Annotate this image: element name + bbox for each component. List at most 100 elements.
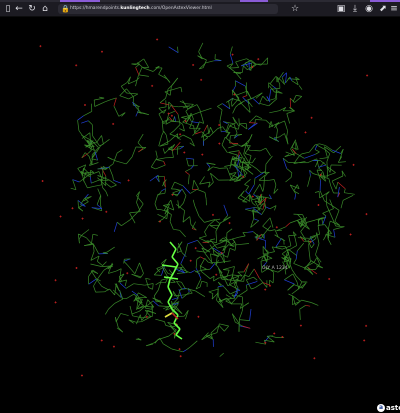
carbon-bond bbox=[163, 212, 169, 219]
nitrogen-bond bbox=[191, 122, 199, 123]
carbon-bond bbox=[94, 244, 99, 254]
molecule-viewer-canvas[interactable]: GLY A 1234 a astex bbox=[0, 17, 400, 400]
carbon-bond bbox=[279, 134, 284, 138]
carbon-bond bbox=[199, 43, 203, 52]
bookmark-star-icon[interactable]: ☆ bbox=[290, 4, 300, 14]
carbon-bond bbox=[102, 286, 109, 290]
carbon-bond bbox=[297, 282, 299, 289]
carbon-bond bbox=[205, 226, 209, 232]
oxygen-bond bbox=[136, 67, 139, 75]
carbon-bond bbox=[260, 103, 269, 106]
carbon-bond bbox=[162, 122, 163, 132]
hamburger-menu-icon[interactable]: ≡ bbox=[389, 4, 399, 14]
share-icon[interactable]: ⬈ bbox=[378, 4, 388, 14]
carbon-bond bbox=[185, 293, 192, 295]
carbon-bond bbox=[109, 180, 117, 185]
carbon-bond bbox=[138, 293, 146, 298]
carbon-bond bbox=[243, 66, 247, 70]
reload-icon[interactable]: ↻ bbox=[27, 4, 37, 14]
carbon-bond bbox=[136, 322, 142, 323]
carbon-bond bbox=[183, 211, 185, 223]
carbon-bond bbox=[213, 167, 220, 169]
carbon-bond bbox=[94, 185, 102, 187]
carbon-bond bbox=[210, 127, 213, 133]
carbon-bond bbox=[105, 99, 111, 101]
carbon-bond bbox=[126, 284, 134, 289]
carbon-bond bbox=[138, 134, 143, 143]
home-icon[interactable]: ⌂ bbox=[40, 4, 50, 14]
carbon-bond bbox=[219, 326, 224, 332]
carbon-bond bbox=[135, 263, 140, 274]
carbon-bond bbox=[78, 120, 79, 130]
carbon-bond bbox=[249, 269, 254, 277]
carbon-bond bbox=[153, 298, 163, 304]
carbon-bond bbox=[86, 238, 91, 244]
carbon-bond bbox=[120, 269, 121, 276]
sulfur-bond bbox=[165, 313, 172, 317]
carbon-bond bbox=[190, 119, 194, 128]
url-text[interactable]: https://hmarendpoints.kunlingtech.com/Op… bbox=[70, 4, 275, 14]
carbon-bond bbox=[205, 258, 208, 262]
carbon-bond bbox=[151, 157, 157, 167]
carbon-bond bbox=[289, 107, 294, 110]
back-arrow-icon[interactable]: ← bbox=[14, 4, 24, 14]
carbon-bond bbox=[289, 294, 294, 296]
url-bar[interactable]: 🔒 https://hmarendpoints.kunlingtech.com/… bbox=[58, 4, 278, 14]
carbon-bond bbox=[328, 235, 329, 239]
carbon-bond bbox=[291, 173, 292, 178]
carbon-bond bbox=[269, 180, 274, 181]
carbon-bond bbox=[328, 221, 330, 229]
carbon-bond bbox=[276, 246, 286, 247]
download-icon[interactable]: ⤓ bbox=[350, 4, 360, 14]
sidebar-icon[interactable]: ▯ bbox=[3, 4, 13, 14]
carbon-bond bbox=[160, 98, 166, 103]
nitrogen-bond bbox=[334, 230, 335, 238]
oxygen-bond bbox=[249, 123, 257, 124]
carbon-bond bbox=[217, 106, 222, 109]
carbon-bond bbox=[201, 271, 210, 278]
nitrogen-bond bbox=[253, 98, 260, 104]
carbon-bond bbox=[208, 163, 215, 164]
carbon-bond bbox=[315, 244, 319, 255]
ligand-bond bbox=[172, 249, 176, 257]
carbon-bond bbox=[320, 144, 326, 146]
carbon-bond bbox=[223, 266, 234, 269]
carbon-bond bbox=[169, 134, 177, 141]
carbon-bond bbox=[237, 91, 248, 95]
carbon-bond bbox=[117, 328, 123, 332]
carbon-bond bbox=[238, 124, 239, 129]
nitrogen-bond bbox=[175, 116, 176, 121]
carbon-bond bbox=[164, 75, 170, 83]
carbon-bond bbox=[109, 303, 115, 309]
carbon-bond bbox=[266, 156, 273, 164]
carbon-bond bbox=[240, 152, 243, 157]
ligand-bond bbox=[168, 279, 170, 287]
account-icon[interactable]: ◉ bbox=[364, 4, 374, 14]
carbon-bond bbox=[336, 226, 345, 227]
extension-icon[interactable]: ▣ bbox=[336, 4, 346, 14]
carbon-bond bbox=[200, 182, 211, 184]
carbon-bond bbox=[156, 282, 160, 285]
carbon-bond bbox=[255, 283, 263, 288]
carbon-bond bbox=[287, 111, 295, 114]
nitrogen-bond bbox=[319, 165, 327, 167]
carbon-bond bbox=[340, 149, 344, 160]
carbon-bond bbox=[213, 248, 214, 254]
carbon-bond bbox=[331, 186, 334, 193]
lock-icon: 🔒 bbox=[61, 4, 70, 14]
carbon-bond bbox=[178, 47, 179, 53]
carbon-bond bbox=[126, 157, 132, 164]
carbon-bond bbox=[215, 220, 219, 224]
carbon-bond bbox=[116, 161, 127, 164]
carbon-bond bbox=[219, 261, 230, 263]
carbon-bond bbox=[194, 180, 199, 188]
carbon-bond bbox=[238, 244, 249, 245]
carbon-bond bbox=[138, 67, 142, 77]
astex-logo: a astex bbox=[377, 403, 400, 413]
carbon-bond bbox=[136, 77, 138, 86]
carbon-bond bbox=[137, 203, 141, 212]
carbon-bond bbox=[320, 161, 326, 166]
protein-structure[interactable] bbox=[0, 17, 400, 400]
nitrogen-bond bbox=[222, 104, 230, 109]
carbon-bond bbox=[315, 144, 319, 145]
